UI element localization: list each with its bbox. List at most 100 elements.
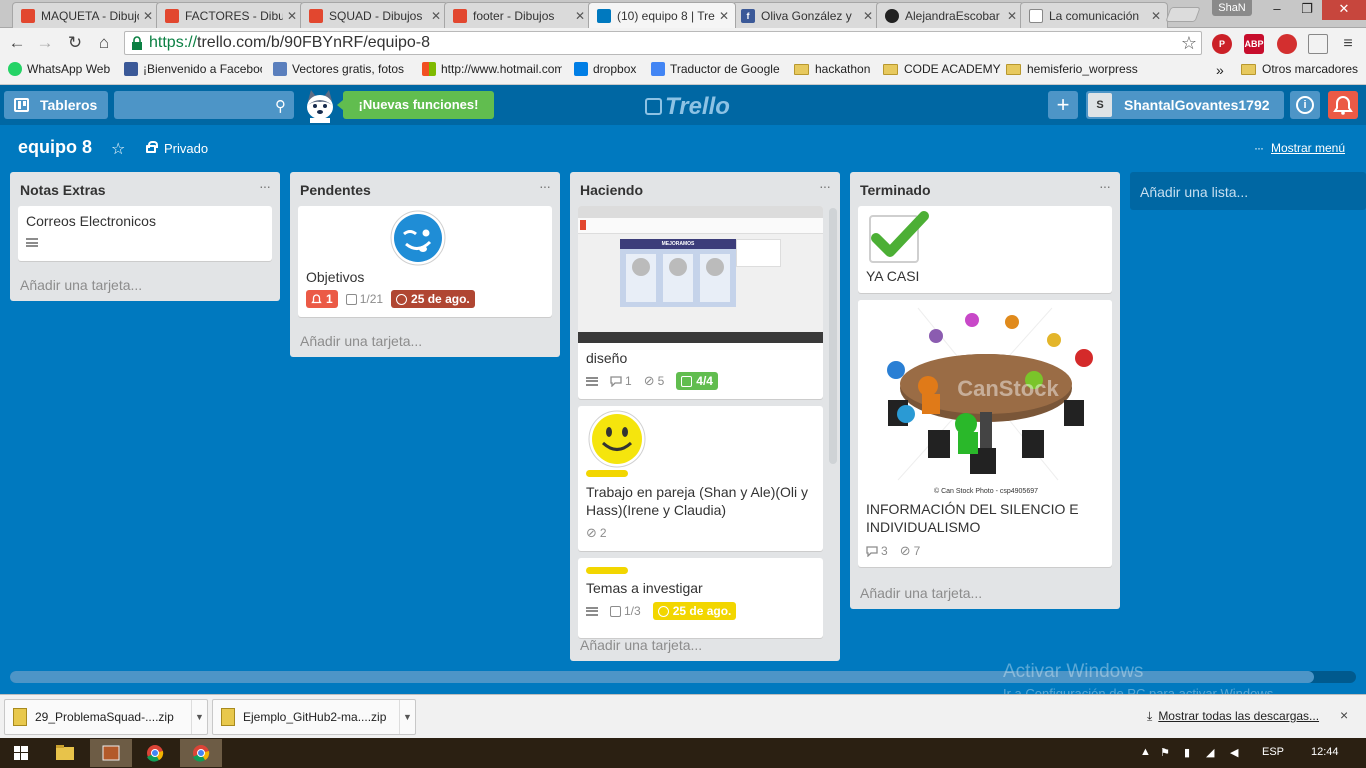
- star-board-icon[interactable]: ☆: [111, 139, 125, 159]
- download-item[interactable]: 29_ProblemaSquad-....zip ▼: [4, 699, 208, 735]
- home-button[interactable]: ⌂: [93, 32, 115, 54]
- show-menu-link[interactable]: ··· Mostrar menú: [1254, 141, 1345, 155]
- close-tab-icon[interactable]: ✕: [1007, 9, 1017, 23]
- add-card-button[interactable]: Añadir una tarjeta...: [20, 277, 142, 293]
- browser-tab[interactable]: MAQUETA - Dibujos ✕: [12, 2, 160, 28]
- browser-tab[interactable]: footer - Dibujos ✕: [444, 2, 592, 28]
- cast-icon[interactable]: [1308, 34, 1328, 54]
- card[interactable]: Trabajo en pareja (Shan y Ale)(Oli y Has…: [578, 406, 823, 551]
- browser-tab[interactable]: FACTORES - Dibujos✕: [156, 2, 304, 28]
- freepik-icon: [273, 62, 287, 76]
- extension-icon[interactable]: [1277, 34, 1297, 54]
- add-card-button[interactable]: Añadir una tarjeta...: [860, 585, 982, 601]
- battery-icon[interactable]: ▮: [1184, 746, 1190, 759]
- list-menu-icon[interactable]: ···: [259, 178, 271, 194]
- address-bar[interactable]: https://trello.com/b/90FBYnRF/equipo-8 ☆: [124, 31, 1202, 55]
- board-title[interactable]: equipo 8: [18, 137, 92, 158]
- attachments-badge: ⊘ 7: [899, 543, 921, 558]
- pinterest-icon[interactable]: P: [1212, 34, 1232, 54]
- user-menu-button[interactable]: S ShantalGovantes1792: [1086, 91, 1284, 119]
- card[interactable]: Temas a investigar 1/3 25 de ago.: [578, 558, 823, 638]
- bookmark-freepik[interactable]: Vectores gratis, fotos: [273, 62, 409, 76]
- list-title[interactable]: Pendentes: [300, 182, 371, 198]
- browser-tab[interactable]: f Oliva González y ✕: [732, 2, 880, 28]
- chrome-icon[interactable]: [134, 739, 176, 767]
- add-card-button[interactable]: Añadir una tarjeta...: [580, 637, 702, 653]
- board-privacy-button[interactable]: Privado: [146, 141, 208, 156]
- language-indicator[interactable]: ESP: [1262, 746, 1284, 758]
- trello-logo[interactable]: Trello: [645, 93, 730, 121]
- bookmark-dropbox[interactable]: dropbox: [574, 62, 644, 76]
- add-card-button[interactable]: Añadir una tarjeta...: [300, 333, 422, 349]
- browser-tab[interactable]: La comunicación ✕: [1020, 2, 1168, 28]
- maximize-button[interactable]: ❐: [1292, 0, 1322, 20]
- new-tab-button[interactable]: [1165, 7, 1201, 22]
- card[interactable]: MEJORAMOS diseño 1 ⊘ 5 4/4: [578, 206, 823, 399]
- clock[interactable]: 12:44: [1311, 746, 1339, 758]
- taskbar-app-icon[interactable]: [90, 739, 132, 767]
- bookmark-hotmail[interactable]: http://www.hotmail.com: [422, 62, 562, 76]
- list-menu-icon[interactable]: ···: [539, 178, 551, 194]
- flag-icon[interactable]: ⚑: [1160, 746, 1170, 759]
- bookmark-whatsapp[interactable]: WhatsApp Web: [8, 62, 116, 76]
- card[interactable]: Objetivos 1 1/21 25 de ago.: [298, 206, 552, 317]
- close-shelf-button[interactable]: ×: [1340, 707, 1348, 723]
- list-title[interactable]: Haciendo: [580, 182, 643, 198]
- show-all-downloads-link[interactable]: ⤓ Mostrar todas las descargas...: [1147, 709, 1319, 724]
- chrome-active-icon[interactable]: [180, 739, 222, 767]
- card[interactable]: CanStock © Can Stock Photo - csp4905697 …: [858, 300, 1112, 567]
- close-tab-icon[interactable]: ✕: [863, 9, 873, 23]
- browser-tab[interactable]: AlejandraEscobar ✕: [876, 2, 1024, 28]
- notifications-button[interactable]: [1328, 91, 1358, 119]
- bookmark-folder[interactable]: hemisferio_worpress: [1006, 62, 1138, 76]
- close-tab-icon[interactable]: ✕: [719, 9, 729, 23]
- file-explorer-icon[interactable]: [44, 739, 86, 767]
- menu-icon[interactable]: ≡: [1338, 34, 1358, 54]
- forward-button[interactable]: →: [34, 32, 56, 54]
- info-button[interactable]: i: [1290, 91, 1320, 119]
- card-cover-screenshot: MEJORAMOS: [578, 206, 823, 343]
- list-menu-icon[interactable]: ···: [819, 178, 831, 194]
- list-title[interactable]: Terminado: [860, 182, 931, 198]
- minimize-button[interactable]: –: [1262, 0, 1292, 20]
- browser-tab-active[interactable]: (10) equipo 8 | Trello✕: [588, 2, 736, 28]
- close-tab-icon[interactable]: ✕: [143, 9, 153, 23]
- chevron-down-icon[interactable]: ▼: [399, 700, 415, 734]
- bookmark-folder[interactable]: CODE ACADEMY: [883, 62, 1001, 76]
- tray-expand-icon[interactable]: ▲: [1140, 746, 1151, 758]
- back-button[interactable]: ←: [6, 32, 28, 54]
- browser-tab[interactable]: SQUAD - Dibujos ✕: [300, 2, 448, 28]
- close-window-button[interactable]: ✕: [1322, 0, 1366, 20]
- folder-icon: [1241, 63, 1256, 75]
- card[interactable]: YA CASI: [858, 206, 1112, 293]
- close-tab-icon[interactable]: ✕: [431, 9, 441, 23]
- close-tab-icon[interactable]: ✕: [1151, 9, 1161, 23]
- close-tab-icon[interactable]: ✕: [575, 9, 585, 23]
- wifi-icon[interactable]: ◢: [1206, 746, 1214, 759]
- other-bookmarks[interactable]: Otros marcadores: [1241, 62, 1358, 76]
- card[interactable]: Correos Electronicos: [18, 206, 272, 261]
- profile-button[interactable]: ShaN: [1212, 0, 1252, 16]
- bookmark-folder[interactable]: hackathon: [794, 62, 870, 76]
- list-scrollbar[interactable]: [829, 208, 837, 464]
- boards-button[interactable]: Tableros: [4, 91, 108, 119]
- bookmark-star-icon[interactable]: ☆: [1181, 32, 1197, 54]
- volume-icon[interactable]: ◀: [1230, 746, 1238, 759]
- download-item[interactable]: Ejemplo_GitHub2-ma....zip ▼: [212, 699, 416, 735]
- chevron-down-icon[interactable]: ▼: [191, 700, 207, 734]
- bookmarks-overflow-button[interactable]: »: [1216, 62, 1224, 78]
- add-list-button[interactable]: Añadir una lista...: [1130, 172, 1366, 210]
- adblock-icon[interactable]: ABP: [1244, 34, 1264, 54]
- search-input[interactable]: ⚲: [114, 91, 294, 119]
- bookmark-facebook[interactable]: ¡Bienvenido a Facebook: [124, 62, 262, 76]
- new-features-button[interactable]: ¡Nuevas funciones!: [337, 91, 494, 119]
- start-button[interactable]: [0, 739, 42, 767]
- boards-icon: [14, 98, 29, 112]
- list-title[interactable]: Notas Extras: [20, 182, 106, 198]
- page-favicon-icon: [1029, 8, 1043, 23]
- close-tab-icon[interactable]: ✕: [287, 9, 297, 23]
- add-button[interactable]: +: [1048, 91, 1078, 119]
- bookmark-translate[interactable]: Traductor de Google: [651, 62, 787, 76]
- list-menu-icon[interactable]: ···: [1099, 178, 1111, 194]
- reload-button[interactable]: ↻: [64, 32, 86, 54]
